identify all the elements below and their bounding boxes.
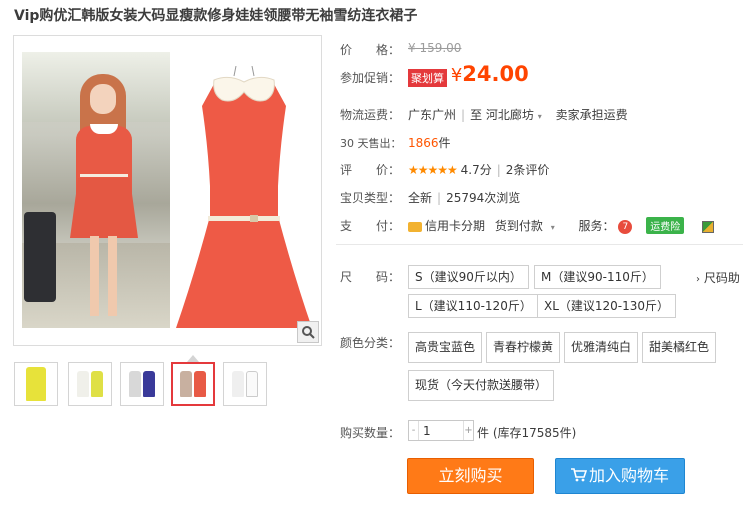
add-to-cart-label: 加入购物车 (588, 466, 669, 485)
review-count-link[interactable]: 2条评价 (506, 163, 550, 177)
view-count: 25794次浏览 (446, 191, 521, 205)
size-option-m[interactable]: M（建议90-110斤） (534, 265, 661, 289)
size-guide-link[interactable]: › 尺码助 (696, 269, 740, 286)
credit-card-icon (408, 221, 422, 232)
rating-info: ★★★★★ 4.7分 | 2条评价 (408, 163, 550, 177)
shipping-label: 物流运费： (340, 108, 401, 122)
payment-info: 信用卡分期 货到付款 ▾ 服务： 7 运费险 (408, 217, 715, 234)
sales-info: 1866件 (408, 134, 451, 151)
quantity-stepper[interactable]: - + (408, 420, 474, 441)
star-rating-icon: ★★★★★ (408, 163, 458, 177)
sales-count: 1866 (408, 136, 439, 150)
color-option-royal-blue[interactable]: 高贵宝蓝色 (408, 332, 483, 363)
cart-icon (570, 460, 588, 494)
thumbnail-yellow[interactable] (14, 362, 58, 406)
item-condition: 全新 (408, 191, 433, 205)
magnifier-icon[interactable] (297, 321, 319, 343)
type-info: 全新 | 25794次浏览 (408, 191, 521, 205)
promo-tag: 聚划算 (408, 68, 447, 87)
promo-price: 24.00 (462, 62, 529, 86)
service-icon[interactable] (702, 220, 715, 233)
chevron-down-icon[interactable]: ▾ (551, 223, 555, 232)
original-price: ¥ 159.00 (408, 41, 462, 55)
model-photo (22, 52, 170, 328)
shipping-from: 广东广州 (408, 108, 457, 122)
rating-label: 评 价： (340, 163, 401, 177)
thumbnail-blue[interactable] (120, 362, 164, 406)
shipping-to-prefix: 至 (470, 108, 483, 122)
quantity-increase-button[interactable]: + (463, 421, 473, 440)
type-label: 宝贝类型： (340, 191, 401, 205)
rating-score: 4.7分 (460, 163, 492, 177)
size-option-l[interactable]: L（建议110-120斤） (408, 294, 539, 318)
main-product-image[interactable] (13, 35, 322, 346)
sales-label: 30 天售出： (340, 137, 402, 150)
add-to-cart-button[interactable]: 加入购物车 (555, 458, 685, 494)
color-option-orange-red[interactable]: 甜美橘红色 (642, 332, 717, 363)
buy-now-button[interactable]: 立刻购买 (407, 458, 534, 494)
promo-price-row: 聚划算 ¥24.00 (408, 62, 529, 87)
service-label: 服务： (578, 219, 615, 233)
promo-label: 参加促销： (340, 71, 401, 85)
shipping-destination[interactable]: 河北廊坊 (486, 108, 534, 122)
size-guide-label[interactable]: 尺码助 (704, 271, 740, 285)
quantity-input[interactable] (423, 423, 457, 438)
price-label: 价 格： (340, 43, 401, 57)
cash-on-delivery[interactable]: 货到付款 (495, 219, 543, 233)
divider (336, 244, 743, 245)
credit-installment-link[interactable]: 信用卡分期 (425, 219, 485, 233)
thumbnail-white[interactable] (223, 362, 267, 406)
size-option-s[interactable]: S（建议90斤以内） (408, 265, 529, 289)
color-option-in-stock[interactable]: 现货（今天付款送腰带） (408, 370, 555, 401)
shipping-info: 广东广州 | 至 河北廊坊 ▾ 卖家承担运费 (408, 108, 628, 122)
color-label: 颜色分类： (340, 336, 401, 350)
quantity-label: 购买数量： (340, 426, 401, 440)
chevron-down-icon[interactable]: ▾ (538, 112, 542, 121)
size-option-xl[interactable]: XL（建议120-130斤） (537, 294, 677, 318)
currency-symbol: ¥ (450, 65, 463, 86)
stock-info: 件 (库存17585件) (477, 426, 577, 440)
size-label: 尺 码： (340, 270, 401, 284)
shipping-fee: 卖家承担运费 (555, 108, 628, 122)
product-title: Vip购优汇韩版女装大码显瘦款修身娃娃领腰带无袖雪纺连衣裙子 (14, 8, 418, 24)
color-option-lemon-yellow[interactable]: 青春柠檬黄 (486, 332, 561, 363)
thumbnail-pointer (187, 355, 199, 362)
seven-day-return-icon[interactable]: 7 (618, 219, 633, 234)
model-figure (68, 74, 138, 324)
sales-unit: 件 (438, 136, 451, 150)
quantity-decrease-button[interactable]: - (409, 421, 419, 440)
dress-image (174, 65, 314, 336)
suitcase-image (24, 212, 56, 302)
shipping-insurance-badge[interactable]: 运费险 (646, 217, 685, 234)
thumbnail-yellow-white[interactable] (68, 362, 112, 406)
color-option-white[interactable]: 优雅清纯白 (564, 332, 639, 363)
payment-label: 支 付： (340, 219, 401, 233)
thumbnail-red[interactable] (171, 362, 215, 406)
